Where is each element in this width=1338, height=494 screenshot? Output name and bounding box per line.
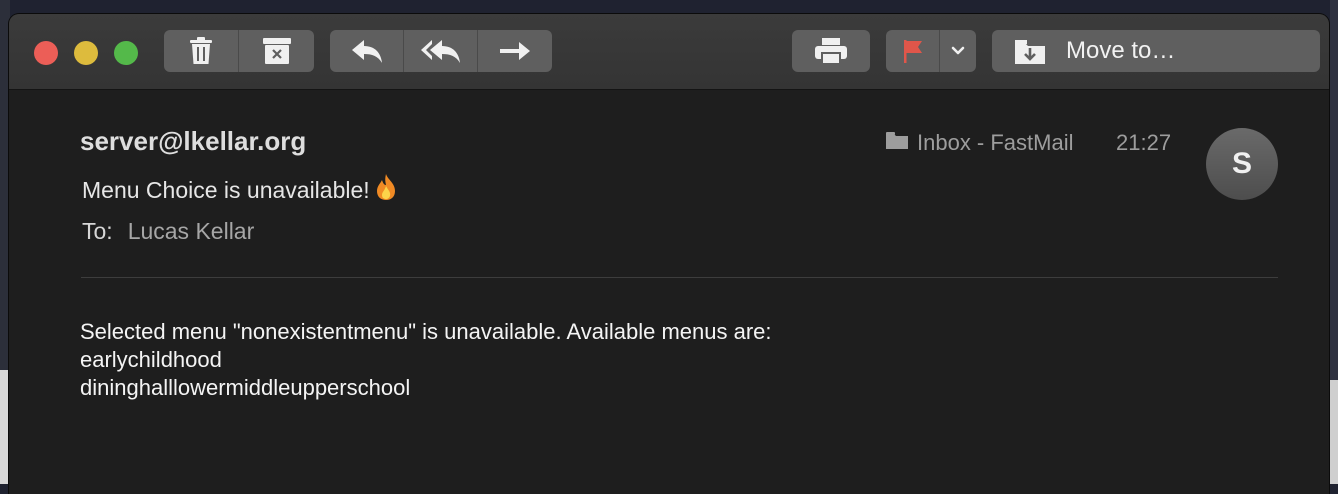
flag-icon xyxy=(902,38,924,64)
avatar-initial: S xyxy=(1231,147,1252,180)
sender-address[interactable]: server@lkellar.org xyxy=(80,126,306,157)
flag-button[interactable] xyxy=(886,30,940,72)
message-view: server@lkellar.org Menu Choice is unavai… xyxy=(9,90,1329,494)
to-label: To: xyxy=(82,218,113,244)
subject-text: Menu Choice is unavailable! xyxy=(82,176,370,203)
reply-button[interactable] xyxy=(330,30,404,72)
archive-icon xyxy=(262,37,292,65)
reply-all-button[interactable] xyxy=(404,30,478,72)
reply-all-icon xyxy=(420,38,462,64)
mail-viewer-window: Move to… server@lkellar.org Menu Choice … xyxy=(9,14,1329,494)
flag-group xyxy=(886,30,976,72)
mailbox-name: Inbox - FastMail xyxy=(917,130,1074,155)
junk-button[interactable] xyxy=(239,30,314,72)
recipient-name[interactable]: Lucas Kellar xyxy=(128,218,255,245)
move-to-button[interactable]: Move to… xyxy=(992,30,1320,72)
delete-archive-group xyxy=(164,30,314,72)
folder-icon xyxy=(885,130,909,156)
body-line: dininghalllowermiddleupperschool xyxy=(80,375,411,400)
fire-emoji-icon xyxy=(374,173,398,207)
forward-button[interactable] xyxy=(478,30,552,72)
forward-icon xyxy=(499,39,531,63)
header-divider xyxy=(81,277,1278,278)
print-icon xyxy=(814,37,848,65)
print-button[interactable] xyxy=(792,30,870,72)
reply-group xyxy=(330,30,552,72)
close-window-button[interactable] xyxy=(34,41,58,65)
subject-line: Menu Choice is unavailable! xyxy=(82,173,398,207)
move-to-icon xyxy=(1014,36,1048,66)
trash-icon xyxy=(189,37,213,65)
chevron-down-icon xyxy=(951,46,965,56)
reply-icon xyxy=(350,38,384,64)
mailbox-indicator[interactable]: Inbox - FastMail xyxy=(885,130,1074,156)
toolbar: Move to… xyxy=(9,14,1329,90)
zoom-window-button[interactable] xyxy=(114,41,138,65)
flag-menu-button[interactable] xyxy=(940,30,976,72)
print-group xyxy=(792,30,870,72)
body-line: earlychildhood xyxy=(80,347,222,372)
move-to-label: Move to… xyxy=(1066,37,1176,64)
body-line: Selected menu "nonexistentmenu" is unava… xyxy=(80,319,772,344)
recipient-row: To: Lucas Kellar xyxy=(82,218,254,245)
message-body: Selected menu "nonexistentmenu" is unava… xyxy=(80,318,772,402)
minimize-window-button[interactable] xyxy=(74,41,98,65)
desktop-background-right xyxy=(1330,0,1338,484)
delete-button[interactable] xyxy=(164,30,239,72)
received-time: 21:27 xyxy=(1116,130,1172,155)
avatar: S xyxy=(1206,128,1278,200)
